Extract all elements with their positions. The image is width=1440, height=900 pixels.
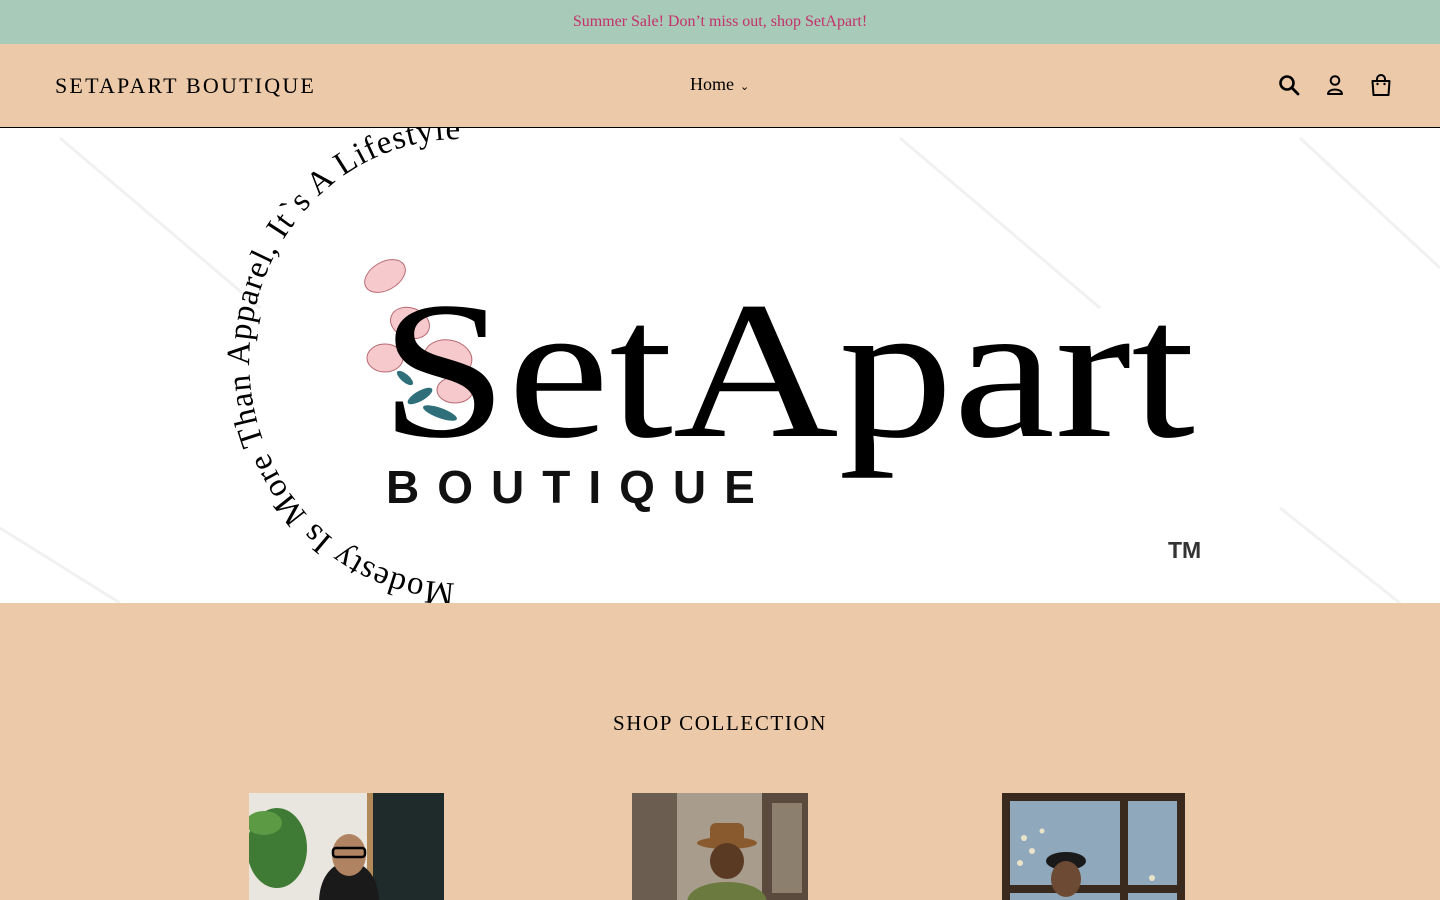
announcement-bar: Summer Sale! Don’t miss out, shop SetApa… [0,0,1440,44]
product-image-3 [1002,793,1185,900]
product-card-1[interactable] [249,793,444,900]
cart-icon [1371,74,1391,96]
brand-logo-link[interactable]: SETAPART BOUTIQUE [55,73,316,99]
account-button[interactable] [1322,71,1348,99]
hero-trademark: TM [1168,537,1201,563]
hero-banner: Modesty Is More Than Apparel, It`s A Lif… [0,128,1440,603]
product-image-2 [632,793,808,900]
nav-home-dropdown[interactable]: Home ⌄ [690,74,749,95]
section-title: SHOP COLLECTION [613,711,827,735]
cart-button[interactable] [1368,71,1394,99]
search-button[interactable] [1276,71,1302,99]
product-card-3[interactable] [1002,793,1185,900]
product-card-2[interactable] [632,793,808,900]
hero-logo-main: SetApart [380,262,1195,479]
product-image-1 [249,793,444,900]
chevron-down-icon: ⌄ [740,80,750,93]
hero-logo-image: Modesty Is More Than Apparel, It`s A Lif… [0,128,1440,603]
hero-logo-sub: BOUTIQUE [386,461,773,513]
shop-collection-section: SHOP COLLECTION [0,603,1440,900]
site-header: SETAPART BOUTIQUE Home ⌄ [0,44,1440,128]
search-icon [1279,75,1300,96]
header-icons [1276,71,1394,99]
nav-home-label: Home [690,74,734,94]
announcement-link[interactable]: Summer Sale! Don’t miss out, shop SetApa… [573,13,867,31]
account-icon [1327,75,1343,95]
